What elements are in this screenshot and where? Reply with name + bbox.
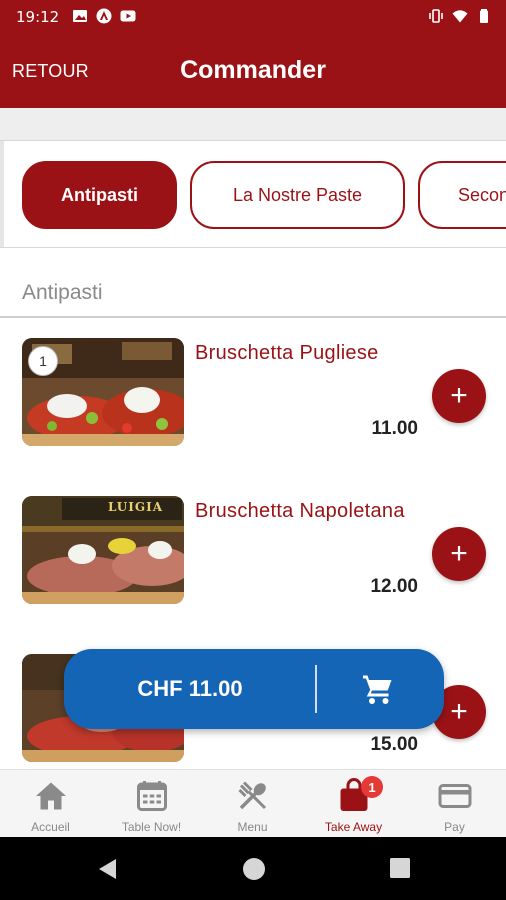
recents-nav-icon[interactable] — [389, 857, 411, 879]
page-title: Commander — [0, 56, 506, 85]
tab-secondi[interactable]: Secon — [418, 161, 506, 229]
item-price: 15.00 — [370, 734, 418, 755]
battery-icon — [480, 9, 488, 23]
item-price: 12.00 — [370, 576, 418, 597]
fork-spoon-icon — [237, 781, 266, 810]
sign-text: LUIGIA — [108, 500, 164, 514]
item-price: 11.00 — [371, 418, 419, 439]
back-nav-icon[interactable] — [96, 857, 118, 881]
section-divider — [0, 316, 506, 318]
cart-divider — [315, 665, 317, 713]
spacer — [0, 108, 506, 140]
menu-item[interactable]: 1 Bruschetta Pugliese 11.00 + — [0, 330, 506, 470]
calendar-icon — [136, 781, 167, 811]
cart-bar[interactable]: CHF 11.00 — [64, 649, 444, 729]
take-away-badge: 1 — [361, 776, 383, 798]
scroll-edge — [0, 141, 4, 247]
page-title-text: Commander — [180, 56, 326, 84]
add-button[interactable]: + — [432, 527, 486, 581]
app-bar: RETOUR Commander — [0, 34, 506, 108]
vibrate-icon — [429, 9, 443, 23]
menu-item[interactable]: LUIGIA Bruschetta Napoletana 12.00 + — [0, 488, 506, 628]
item-photo: LUIGIA — [22, 496, 184, 604]
android-icon — [96, 8, 112, 24]
screen: 19:12 RETOUR Commander Antipasti La Nost… — [0, 0, 506, 900]
item-name: Bruschetta Pugliese — [195, 342, 379, 364]
tab-antipasti[interactable]: Antipasti — [22, 161, 177, 229]
tab-la-nostre-paste[interactable]: La Nostre Paste — [190, 161, 405, 229]
nav-item-menu[interactable]: Menu — [202, 770, 303, 838]
item-name: Bruschetta Napoletana — [195, 500, 405, 522]
add-button[interactable]: + — [432, 369, 486, 423]
status-time: 19:12 — [16, 8, 60, 26]
nav-item-take-away[interactable]: 1 Take Away — [303, 770, 404, 838]
section-title: Antipasti — [22, 281, 103, 304]
image-icon — [73, 10, 87, 22]
wifi-icon — [452, 10, 468, 23]
youtube-icon — [120, 10, 136, 22]
status-icons-left — [72, 8, 136, 24]
android-nav-bar — [0, 837, 506, 900]
bottom-nav: Accueil Table Now! Menu 1 Take Away Pay — [0, 769, 506, 837]
quantity-badge: 1 — [28, 346, 58, 376]
item-photo: 1 — [22, 338, 184, 446]
nav-label: Pay — [444, 820, 465, 834]
home-icon — [35, 782, 66, 810]
nav-label: Menu — [237, 820, 268, 834]
nav-label: Accueil — [31, 820, 70, 834]
cart-total[interactable]: CHF 11.00 — [64, 676, 316, 702]
status-icons-right — [428, 8, 492, 24]
nav-label: Table Now! — [121, 820, 182, 834]
category-tabs: Antipasti La Nostre Paste Secon — [0, 140, 506, 248]
credit-card-icon — [438, 784, 471, 808]
nav-label: Take Away — [324, 820, 383, 834]
nav-item-accueil[interactable]: Accueil — [0, 770, 101, 838]
home-nav-icon[interactable] — [242, 857, 266, 881]
cart-icon[interactable] — [360, 671, 396, 707]
nav-item-pay[interactable]: Pay — [404, 770, 505, 838]
status-bar: 19:12 — [0, 0, 506, 34]
nav-item-table-now[interactable]: Table Now! — [101, 770, 202, 838]
